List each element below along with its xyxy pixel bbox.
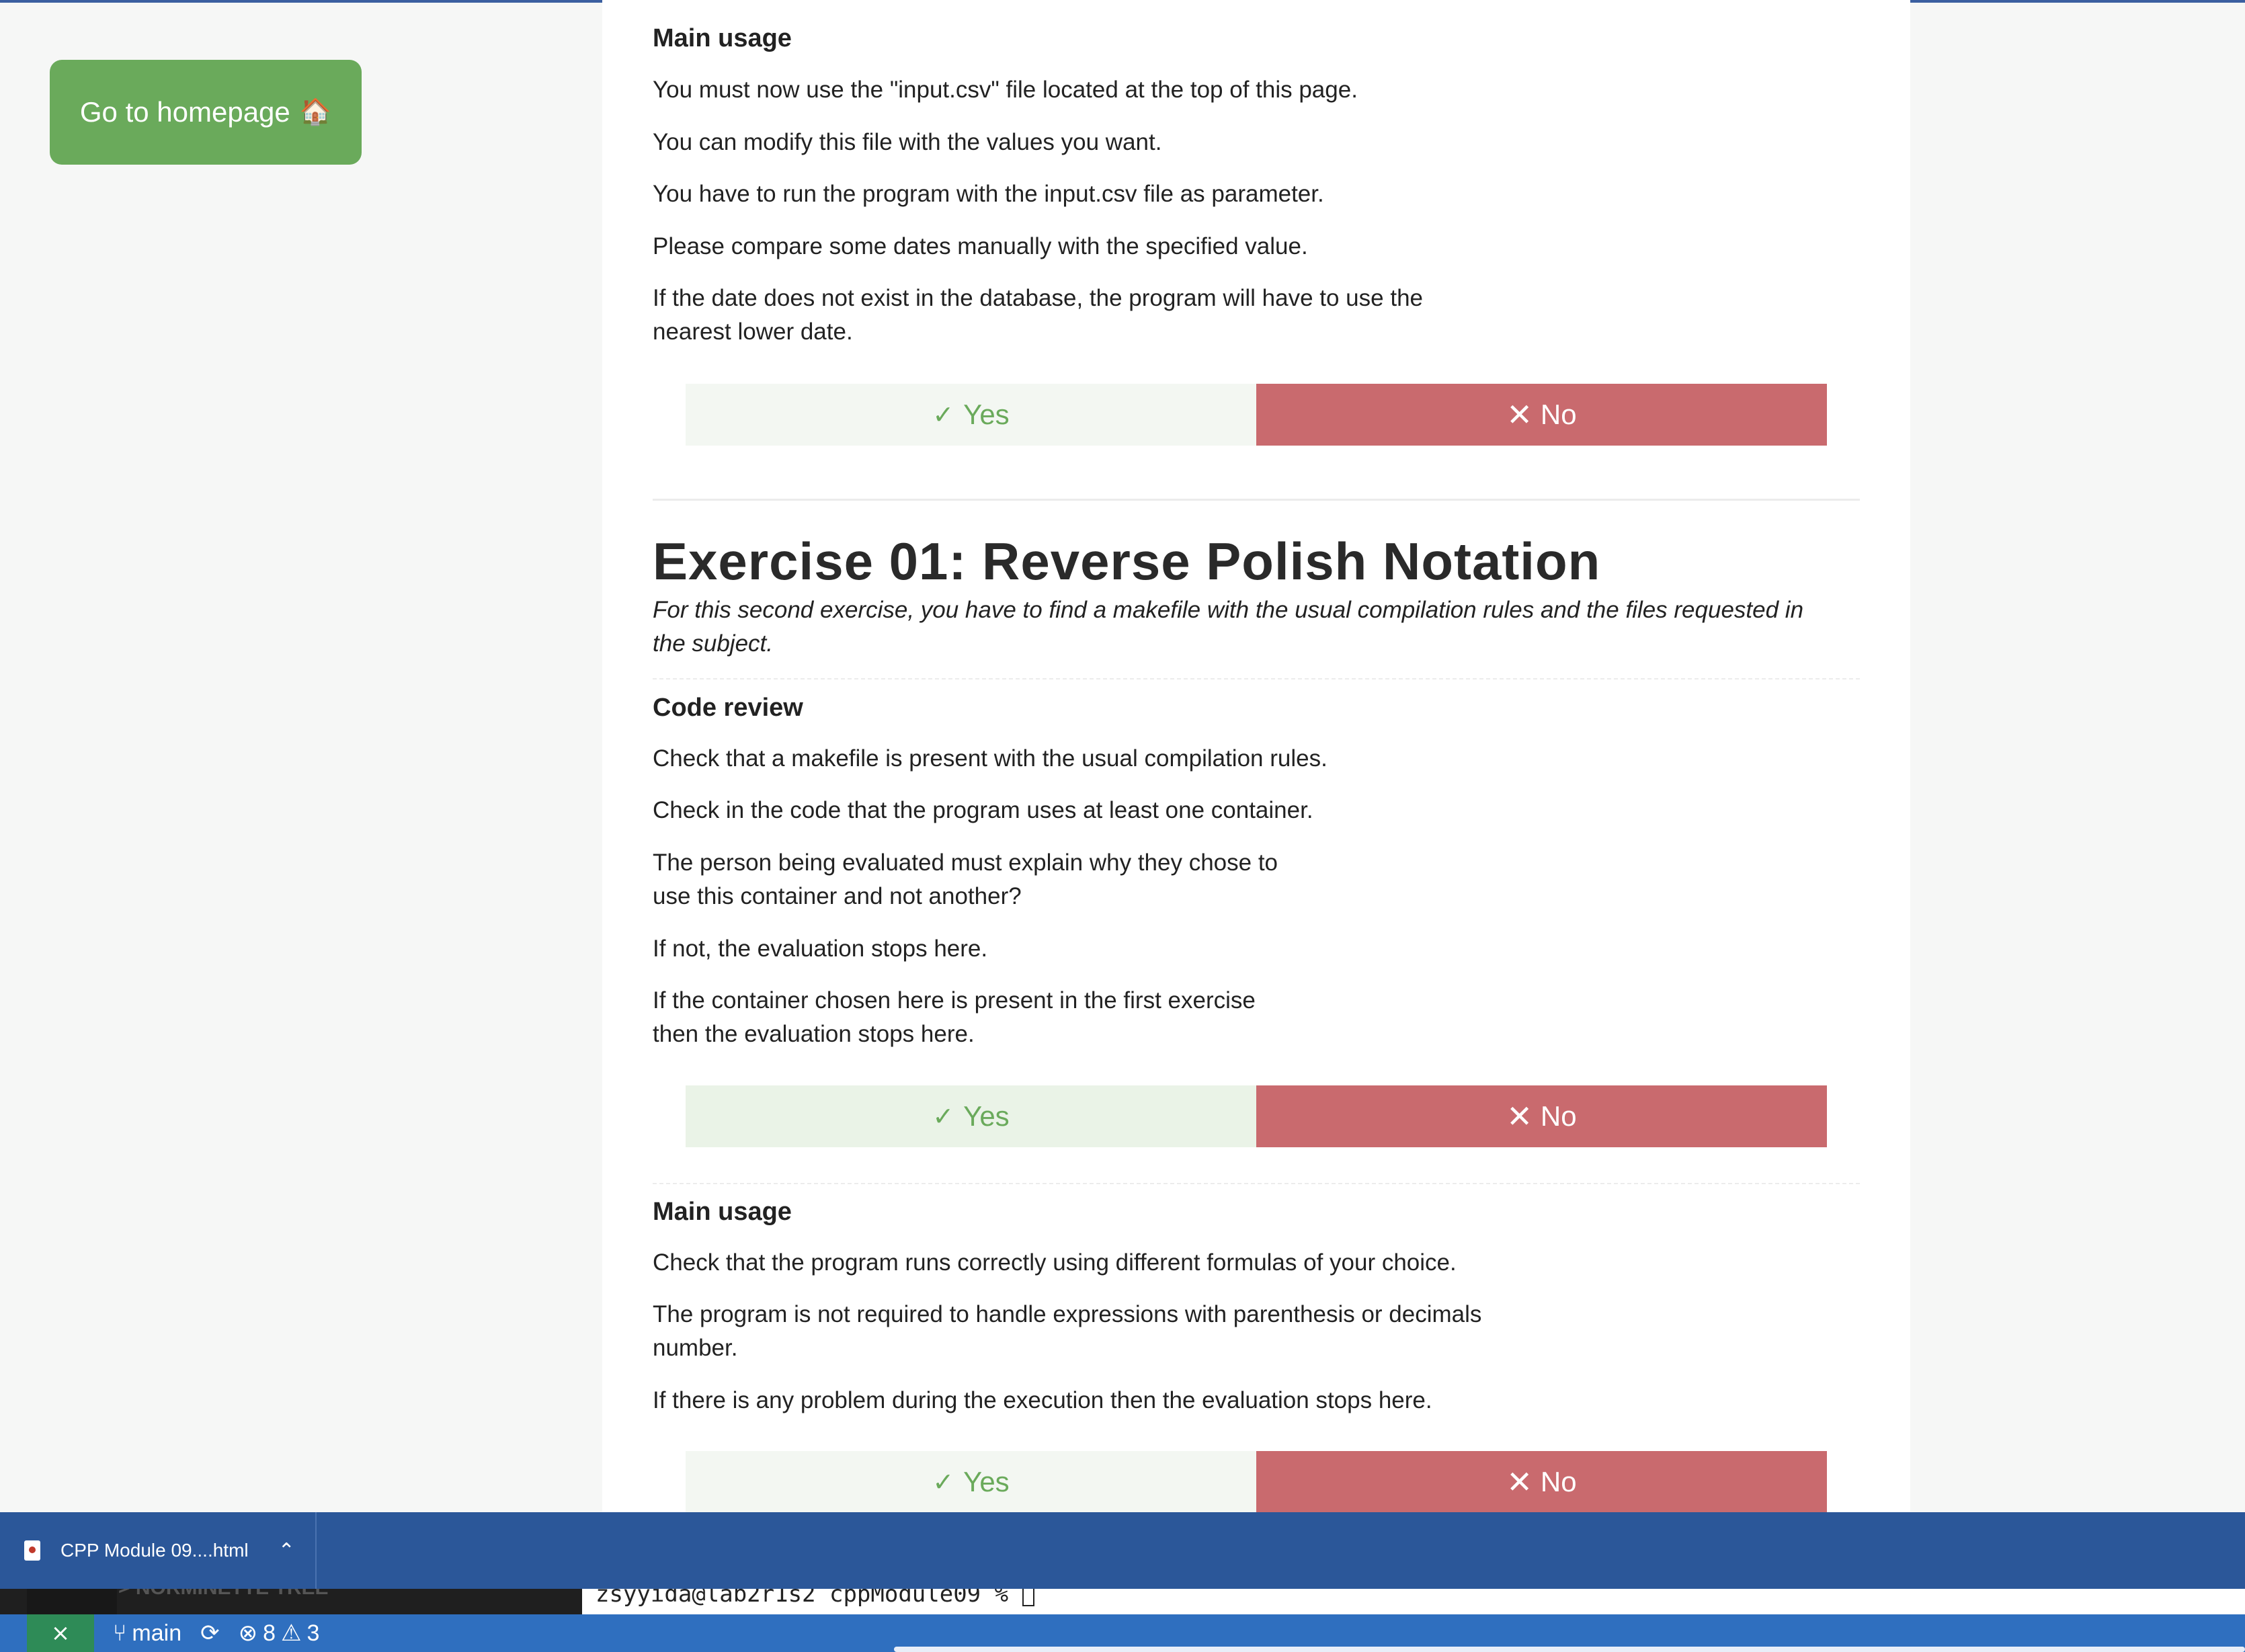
instruction-line: You must now use the "input.csv" file lo… (653, 77, 1358, 103)
no-button[interactable]: ✕ No (1256, 1085, 1827, 1147)
close-icon: ✕ (1506, 1464, 1533, 1499)
instruction-line: then the evaluation stops here. (653, 1021, 975, 1047)
yes-button[interactable]: ✓ Yes (686, 1085, 1256, 1147)
check-icon: ✓ (932, 1102, 954, 1131)
house-icon: 🏠 (299, 98, 332, 126)
instruction-line: Check that the program runs correctly us… (653, 1249, 1457, 1276)
yes-label: Yes (963, 1466, 1010, 1497)
html-file-icon (24, 1540, 40, 1561)
check-icon: ✓ (932, 1468, 954, 1497)
no-button[interactable]: ✕ No (1256, 1451, 1827, 1513)
exercise-title: Exercise 01: Reverse Polish Notation (653, 532, 1601, 591)
section-divider (653, 499, 1860, 501)
no-button[interactable]: ✕ No (1256, 384, 1827, 446)
problems-indicator[interactable]: ⊗ 8 ⚠ 3 (239, 1620, 320, 1647)
instruction-line: use this container and not another? (653, 883, 1022, 909)
sync-icon: ⟳ (200, 1620, 220, 1646)
instruction-line: The program is not required to handle ex… (653, 1301, 1482, 1327)
branch-name: main (132, 1620, 182, 1646)
no-label: No (1540, 1466, 1577, 1497)
section-title-main-usage: Main usage (653, 1198, 792, 1226)
instruction-line: Check that a makefile is present with th… (653, 745, 1328, 772)
instruction-line: Check in the code that the program uses … (653, 797, 1313, 823)
remote-icon: ⨯ (50, 1620, 71, 1646)
no-label: No (1540, 399, 1577, 430)
download-file-name: CPP Module 09....html (60, 1540, 249, 1561)
check-icon: ✓ (932, 401, 954, 429)
go-to-homepage-button[interactable]: Go to homepage 🏠 (50, 60, 362, 165)
downloads-bar: CPP Module 09....html ⌃ (0, 1512, 2245, 1589)
error-count: 8 (263, 1620, 276, 1646)
instruction-line: If the date does not exist in the databa… (653, 285, 1423, 311)
remote-indicator-button[interactable]: ⨯ (27, 1614, 94, 1652)
instruction-line: number. (653, 1335, 738, 1361)
yes-button[interactable]: ✓ Yes (686, 384, 1256, 446)
warning-icon: ⚠ (281, 1620, 302, 1646)
no-label: No (1540, 1100, 1577, 1132)
section-title-code-review: Code review (653, 694, 803, 722)
section-title-main-usage: Main usage (653, 24, 792, 52)
yes-label: Yes (963, 399, 1010, 430)
sync-button[interactable]: ⟳ (200, 1620, 220, 1647)
yes-no-group: ✓ Yes ✕ No (686, 1085, 1827, 1147)
status-progress-track (894, 1647, 2245, 1652)
instruction-line: If not, the evaluation stops here. (653, 936, 988, 962)
section-divider (653, 1183, 1860, 1184)
instruction-line: Please compare some dates manually with … (653, 233, 1308, 259)
instruction-line: nearest lower date. (653, 319, 853, 345)
chevron-up-icon[interactable]: ⌃ (278, 1539, 295, 1563)
activity-bar (27, 1589, 117, 1614)
section-divider (653, 678, 1860, 679)
instruction-line: If there is any problem during the execu… (653, 1387, 1432, 1413)
close-icon: ✕ (1506, 1099, 1533, 1134)
yes-label: Yes (963, 1100, 1010, 1132)
warning-count: 3 (307, 1620, 320, 1646)
branch-indicator[interactable]: ⑂ main (113, 1620, 181, 1647)
git-branch-icon: ⑂ (113, 1620, 127, 1646)
close-icon: ✕ (1506, 397, 1533, 432)
error-icon: ⊗ (238, 1620, 258, 1646)
yes-no-group: ✓ Yes ✕ No (686, 384, 1827, 446)
instruction-line: The person being evaluated must explain … (653, 850, 1278, 876)
exercise-intro: the subject. (653, 630, 773, 657)
yes-no-group: ✓ Yes ✕ No (686, 1451, 1827, 1513)
home-button-label: Go to homepage (79, 96, 290, 128)
instruction-line: If the container chosen here is present … (653, 987, 1256, 1014)
instruction-line: You have to run the program with the inp… (653, 181, 1324, 207)
download-item[interactable]: CPP Module 09....html ⌃ (0, 1512, 317, 1589)
yes-button[interactable]: ✓ Yes (686, 1451, 1256, 1513)
evaluation-panel: Main usage You must now use the "input.c… (602, 0, 1910, 1513)
exercise-intro: For this second exercise, you have to fi… (653, 597, 1804, 623)
instruction-line: You can modify this file with the values… (653, 129, 1162, 155)
